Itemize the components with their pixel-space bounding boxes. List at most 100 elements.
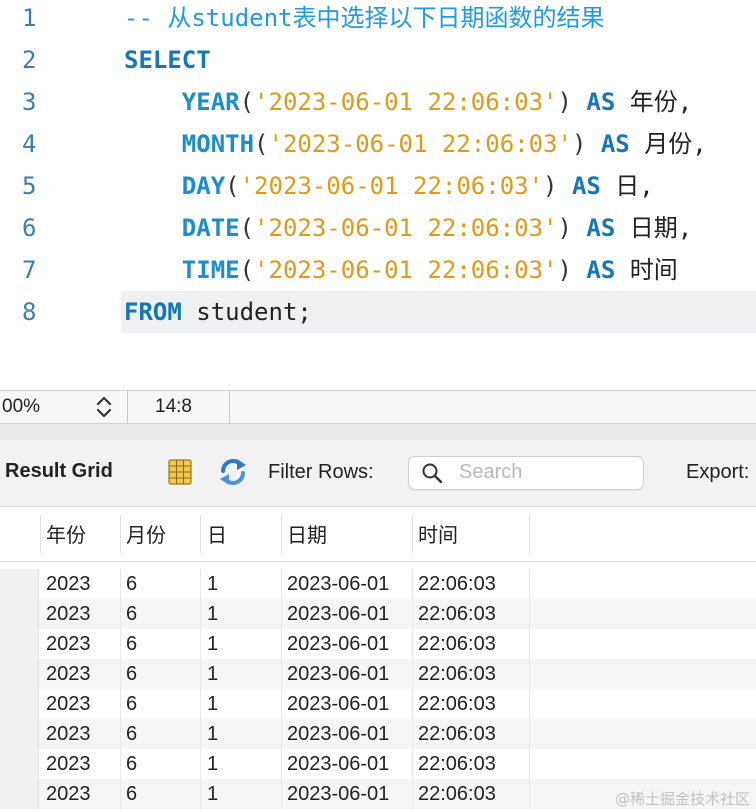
row-header[interactable] [0,719,39,749]
table-cell[interactable]: 22:06:03 [418,691,496,717]
table-cell[interactable]: 2023-06-01 [287,781,389,807]
code-text[interactable]: DAY('2023-06-01 22:06:03') AS 日, [124,165,654,207]
column-divider[interactable] [529,515,530,553]
export-button[interactable]: Export: [686,461,749,484]
table-cell[interactable]: 2023-06-01 [287,631,389,657]
search-box[interactable] [408,456,644,490]
table-cell[interactable]: 6 [126,631,137,657]
table-cell[interactable]: 1 [207,601,218,627]
table-cell[interactable]: 1 [207,631,218,657]
table-cell[interactable]: 2023 [46,661,91,687]
column-header[interactable]: 日 [207,519,227,548]
table-cell[interactable]: 1 [207,751,218,777]
table-cell[interactable]: 2023-06-01 [287,721,389,747]
row-header[interactable] [0,629,39,659]
column-divider[interactable] [412,515,413,553]
row-header[interactable] [0,599,39,629]
code-text[interactable]: TIME('2023-06-01 22:06:03') AS 时间 [124,249,678,291]
table-cell[interactable]: 6 [126,721,137,747]
table-row[interactable]: 2023 6 1 2023-06-01 22:06:03 [0,599,756,629]
code-line[interactable]: 6 DATE('2023-06-01 22:06:03') AS 日期, [0,207,756,249]
table-cell[interactable]: 1 [207,691,218,717]
code-line[interactable]: 4 MONTH('2023-06-01 22:06:03') AS 月份, [0,123,756,165]
table-row[interactable]: 2023 6 1 2023-06-01 22:06:03 [0,629,756,659]
code-line[interactable]: 5 DAY('2023-06-01 22:06:03') AS 日, [0,165,756,207]
code-text[interactable]: YEAR('2023-06-01 22:06:03') AS 年份, [124,81,692,123]
row-header[interactable] [0,779,39,809]
search-input[interactable] [459,459,634,485]
table-cell[interactable]: 1 [207,571,218,597]
table-cell[interactable]: 6 [126,751,137,777]
table-cell[interactable]: 22:06:03 [418,571,496,597]
grid-view-icon[interactable] [166,458,194,486]
table-cell[interactable]: 2023 [46,601,91,627]
line-number: 4 [22,130,37,158]
cell-divider [281,779,282,809]
table-cell[interactable]: 22:06:03 [418,601,496,627]
table-cell[interactable]: 2023-06-01 [287,691,389,717]
table-row[interactable]: 2023 6 1 2023-06-01 22:06:03 [0,659,756,689]
column-divider[interactable] [40,515,41,553]
table-cell[interactable]: 22:06:03 [418,781,496,807]
code-text[interactable]: SELECT [124,39,211,81]
table-cell[interactable]: 6 [126,691,137,717]
code-text[interactable]: -- 从student表中选择以下日期函数的结果 [124,0,605,39]
table-cell[interactable]: 1 [207,661,218,687]
table-cell[interactable]: 6 [126,571,137,597]
table-cell[interactable]: 22:06:03 [418,631,496,657]
table-row[interactable]: 2023 6 1 2023-06-01 22:06:03 [0,749,756,779]
code-text[interactable]: MONTH('2023-06-01 22:06:03') AS 月份, [124,123,707,165]
table-cell[interactable]: 2023 [46,721,91,747]
code-token-fn: TIME [181,256,240,284]
code-token-kw: AS [586,214,616,242]
zoom-stepper-icon[interactable] [92,394,116,420]
row-header[interactable] [0,689,39,719]
table-row[interactable]: 2023 6 1 2023-06-01 22:06:03 [0,569,756,599]
table-cell[interactable]: 6 [126,661,137,687]
result-grid[interactable]: 年份 月份 日 日期 时间 2023 6 1 2023-06-01 22:06:03 2023 6 1… [0,507,756,812]
table-cell[interactable]: 2023-06-01 [287,571,389,597]
code-text[interactable]: FROM student; [124,291,312,333]
table-cell[interactable]: 6 [126,781,137,807]
table-cell[interactable]: 6 [126,601,137,627]
column-header[interactable]: 月份 [126,519,166,548]
table-cell[interactable]: 2023 [46,571,91,597]
code-line[interactable]: 1 -- 从student表中选择以下日期函数的结果 [0,0,756,39]
zoom-level[interactable]: 00% [2,396,40,418]
result-grid-title[interactable]: Result Grid [5,460,113,483]
row-header[interactable] [0,569,39,599]
table-cell[interactable]: 2023 [46,781,91,807]
code-token-kw: FROM [124,298,182,326]
column-header[interactable]: 年份 [46,519,86,548]
table-cell[interactable]: 2023-06-01 [287,661,389,687]
code-text[interactable]: DATE('2023-06-01 22:06:03') AS 日期, [124,207,692,249]
column-divider[interactable] [200,515,201,553]
row-header[interactable] [0,659,39,689]
table-cell[interactable]: 22:06:03 [418,721,496,747]
row-header[interactable] [0,749,39,779]
table-row[interactable]: 2023 6 1 2023-06-01 22:06:03 [0,719,756,749]
refresh-icon[interactable] [216,456,250,488]
column-header[interactable]: 时间 [418,519,458,548]
table-cell[interactable]: 2023-06-01 [287,601,389,627]
sql-editor[interactable]: 1 -- 从student表中选择以下日期函数的结果 2 SELECT 3 YEAR('… [0,0,756,390]
column-header[interactable]: 日期 [287,519,327,548]
table-cell[interactable]: 22:06:03 [418,751,496,777]
table-row[interactable]: 2023 6 1 2023-06-01 22:06:03 [0,689,756,719]
table-cell[interactable]: 2023 [46,751,91,777]
table-cell[interactable]: 1 [207,721,218,747]
table-cell[interactable]: 2023 [46,631,91,657]
code-line[interactable]: 3 YEAR('2023-06-01 22:06:03') AS 年份, [0,81,756,123]
cell-divider [200,659,201,689]
code-line[interactable]: 2 SELECT [0,39,756,81]
panel-splitter[interactable] [0,424,756,440]
cell-divider [200,629,201,659]
table-cell[interactable]: 2023-06-01 [287,751,389,777]
table-cell[interactable]: 1 [207,781,218,807]
table-cell[interactable]: 22:06:03 [418,661,496,687]
code-line[interactable]: 7 TIME('2023-06-01 22:06:03') AS 时间 [0,249,756,291]
code-line[interactable]: 8 FROM student; [0,291,756,333]
column-divider[interactable] [120,515,121,553]
table-cell[interactable]: 2023 [46,691,91,717]
column-divider[interactable] [281,515,282,553]
